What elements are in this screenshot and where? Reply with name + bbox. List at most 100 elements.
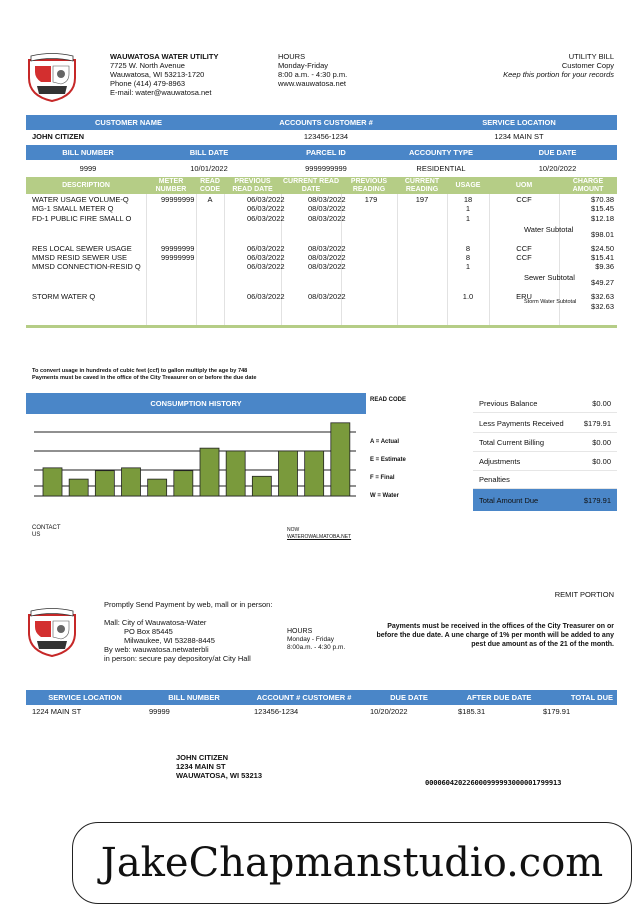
consumption-bar-2 bbox=[68, 478, 89, 497]
customer-header-bar: CUSTOMER NAME ACCOUNTS CUSTOMER # SERVIC… bbox=[26, 115, 617, 130]
charge-cell-desc: WATER USAGE VOLUME-Q bbox=[32, 195, 129, 204]
consumption-bar-3 bbox=[94, 470, 115, 497]
bill-title: UTILITY BILL bbox=[568, 52, 614, 61]
summary-label: Total Current Billing bbox=[479, 437, 545, 447]
consumption-bar-1 bbox=[42, 467, 63, 497]
utility-name: WAUWATOSA WATER UTILITY bbox=[110, 52, 219, 61]
charge-cell-prev-date: 06/03/2022 bbox=[247, 292, 285, 301]
bill-type-block: UTILITY BILL Customer Copy Keep this por… bbox=[503, 52, 614, 79]
utility-address-line2: Wauwatosa, WI 53213-1720 bbox=[110, 70, 205, 79]
col-uom: UOM bbox=[515, 181, 533, 189]
charge-cell-prev-date: 06/03/2022 bbox=[247, 214, 285, 223]
bill-date-header: BILL DATE bbox=[189, 148, 229, 157]
charge-cell-amount: $70.38 bbox=[591, 195, 614, 204]
col-current-reading: CURRENT READING bbox=[404, 177, 440, 193]
charge-cell-uom: Water Subtotal bbox=[524, 225, 574, 234]
charge-cell-amount: $32.63 bbox=[591, 292, 614, 301]
hours-time: 8:00 a.m. - 4:30 p.m. bbox=[278, 70, 348, 79]
summary-total-due: Total Amount Due $179.91 bbox=[473, 489, 617, 511]
summary-current-billing: Total Current Billing $0.00 bbox=[473, 433, 617, 452]
contact-us: CONTACT US bbox=[32, 525, 61, 539]
summary-penalties: Penalties bbox=[473, 470, 617, 489]
customer-values-row: JOHN CITIZEN 123456-1234 1234 MAIN ST bbox=[26, 130, 617, 143]
remit-col-account: ACCOUNT # CUSTOMER # bbox=[256, 693, 352, 702]
legend-actual: A = Actual bbox=[370, 439, 400, 445]
consumption-bar-8 bbox=[225, 450, 246, 497]
charge-cell-cur-date: 08/03/2022 bbox=[308, 292, 346, 301]
remit-mail-block: Mall: City of Wauwatosa-Water PO Box 854… bbox=[104, 618, 251, 663]
remit-mail-line2: PO Box 85445 bbox=[124, 627, 173, 636]
mailing-street: 1234 MAIN ST bbox=[176, 762, 226, 771]
remit-instructions: Promptly Send Payment by web, mall or in… bbox=[104, 600, 273, 609]
charge-cell-cur-date: 08/03/2022 bbox=[308, 253, 346, 262]
utility-address-line1: 7725 W. North Avenue bbox=[110, 61, 185, 70]
account-type-value: RESIDENTIAL bbox=[416, 164, 466, 173]
remit-mail-line1: Mall: City of Wauwatosa-Water bbox=[104, 618, 207, 627]
summary-value: $179.91 bbox=[583, 418, 611, 428]
scan-line-code: 000060420226000999993000001799913 bbox=[425, 778, 562, 787]
charge-cell-amount: $98.01 bbox=[591, 230, 614, 239]
charge-cell-amount: $32.63 bbox=[591, 302, 614, 311]
consumption-history-title: CONSUMPTION HISTORY bbox=[26, 393, 366, 414]
bill-keep-note: Keep this portion for your records bbox=[503, 70, 614, 79]
charge-cell-desc: STORM WATER Q bbox=[32, 292, 96, 301]
remit-col-total-due: TOTAL DUE bbox=[570, 693, 613, 702]
charge-cell-cur-date: 08/03/2022 bbox=[308, 204, 346, 213]
charges-table-body: WATER USAGE VOLUME-Q 99999999 A 06/03/2022 0… bbox=[26, 194, 617, 325]
col-charge-amount: CHARGE AMOUNT bbox=[572, 177, 604, 193]
remit-hours-block: HOURS Monday - Friday 8:00a.m. - 4:30 p.… bbox=[287, 628, 345, 652]
remit-mail-line3: Milwaukee, WI 53288-8445 bbox=[124, 636, 215, 645]
remit-bill-number-value: 99999 bbox=[149, 707, 170, 716]
charge-cell-cur-date: 08/03/2022 bbox=[308, 214, 346, 223]
account-type-header: ACCOUNTY TYPE bbox=[408, 148, 474, 157]
charge-cell-uom: CCF bbox=[516, 195, 532, 204]
remit-account-value: 123456-1234 bbox=[254, 707, 299, 716]
charge-cell-code: A bbox=[207, 195, 213, 204]
charge-cell-desc: MG-1 SMALL METER Q bbox=[32, 204, 114, 213]
charge-cell-amount: $9.36 bbox=[595, 262, 614, 271]
remit-hours-time: 8:00a.m. - 4:30 p.m. bbox=[287, 644, 346, 651]
charge-cell-desc: MMSD RESID SEWER USE bbox=[32, 253, 128, 262]
summary-value: $0.00 bbox=[592, 437, 611, 447]
contact-label-us: US bbox=[32, 532, 41, 538]
utility-email[interactable]: E-mail: water@wauwatosa.net bbox=[110, 88, 211, 97]
service-location-value: 1234 MAIN ST bbox=[494, 132, 544, 141]
consumption-bar-7 bbox=[199, 447, 220, 497]
charge-cell-usage: 1 bbox=[465, 262, 471, 271]
charge-cell-amount: $15.41 bbox=[591, 253, 614, 262]
consumption-bar-10 bbox=[278, 450, 298, 497]
charge-cell-cur-read: 197 bbox=[415, 195, 429, 204]
charge-cell-amount: $49.27 bbox=[591, 278, 614, 287]
legend-water: W = Water bbox=[370, 493, 399, 499]
remit-web-link[interactable]: By web: wauwatosa.netwaterbli bbox=[104, 645, 251, 654]
remit-total-due-value: $179.91 bbox=[543, 707, 571, 716]
conversion-note: To convert usage in hundreds of cubic fe… bbox=[32, 368, 248, 374]
customer-name-value: JOHN CITIZEN bbox=[32, 132, 85, 141]
col-description: DESCRIPTION bbox=[62, 181, 110, 189]
charges-table-footer-bar bbox=[26, 325, 617, 328]
contact-website-link[interactable]: WATEROWALMATOBA.NET bbox=[287, 534, 351, 541]
legend-final: F = Final bbox=[370, 475, 395, 481]
due-date-value: 10/20/2022 bbox=[538, 164, 577, 173]
hours-website-link[interactable]: www.wauwatosa.net bbox=[278, 79, 347, 88]
due-date-header: DUE DATE bbox=[538, 148, 577, 157]
hours-label: HOURS bbox=[278, 52, 306, 61]
remit-hours-label: HOURS bbox=[287, 628, 313, 635]
contact-web: NOW WATEROWALMATOBA.NET bbox=[287, 527, 351, 541]
consumption-bar-4 bbox=[121, 467, 141, 497]
charge-cell-usage: 18 bbox=[463, 195, 473, 204]
consumption-history-chart bbox=[34, 422, 356, 497]
charge-cell-meter: 99999999 bbox=[161, 244, 195, 253]
charge-cell-usage: 1 bbox=[465, 204, 471, 213]
remit-col-bill-number: BILL NUMBER bbox=[168, 693, 220, 702]
charge-cell-prev-read: 179 bbox=[364, 195, 378, 204]
account-number-value: 123456-1234 bbox=[303, 132, 349, 141]
summary-label: Less Payments Received bbox=[479, 418, 564, 428]
col-meter-number: METER NUMBER bbox=[155, 177, 187, 193]
charge-cell-cur-date: 08/03/2022 bbox=[308, 262, 346, 271]
charges-table-header: DESCRIPTION METER NUMBER READ CODE PREVI… bbox=[26, 177, 617, 194]
hours-days: Monday-Friday bbox=[278, 61, 329, 70]
col-read-code: READ CODE bbox=[199, 177, 221, 193]
charge-cell-amount: $15.45 bbox=[591, 204, 614, 213]
remit-col-after-due-date: AFTER DUE DATE bbox=[466, 693, 532, 702]
